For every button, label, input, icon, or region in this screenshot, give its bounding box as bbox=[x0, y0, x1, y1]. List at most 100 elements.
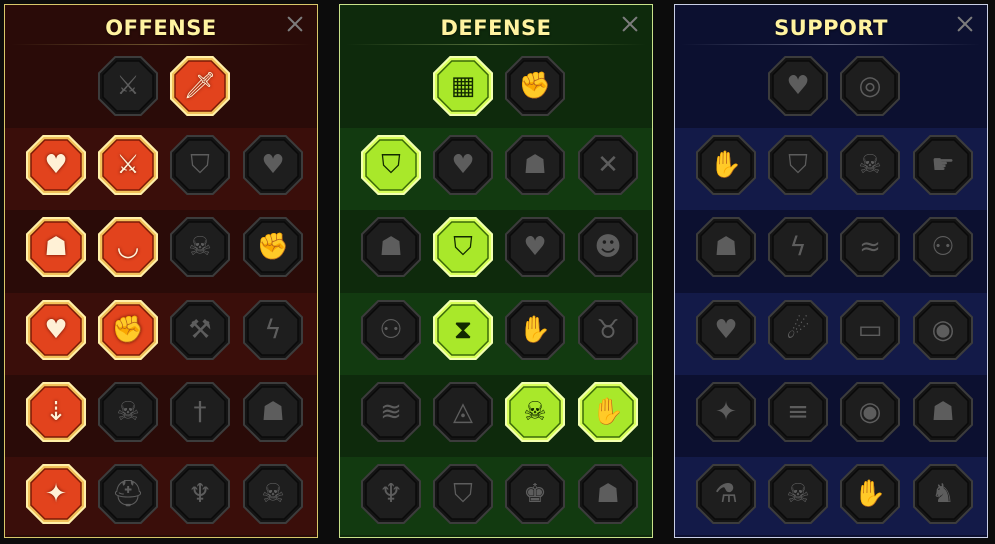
node-frame bbox=[243, 464, 303, 524]
talent-node-battle-axe[interactable]: ⚒ bbox=[169, 299, 231, 361]
talent-node-open-hand[interactable]: ✋ bbox=[504, 299, 566, 361]
talent-node-smoking-skull[interactable]: ☠ bbox=[839, 134, 901, 196]
talent-node-spiral-hand[interactable]: ◎ bbox=[839, 55, 901, 117]
talent-node-crossed-blades[interactable]: ✕ bbox=[577, 134, 639, 196]
node-frame bbox=[505, 300, 565, 360]
talent-node-compass-star[interactable]: ✦ bbox=[695, 381, 757, 443]
talent-node-heart-organ[interactable]: ♥ bbox=[432, 134, 494, 196]
talent-node-sun-skull[interactable]: ☠ bbox=[504, 381, 566, 443]
talent-node-fanged-maw[interactable]: ◡ bbox=[97, 216, 159, 278]
talent-node-open-book[interactable]: ▭ bbox=[839, 299, 901, 361]
node-frame bbox=[840, 56, 900, 116]
talent-node-hand-shield[interactable]: ✋ bbox=[577, 381, 639, 443]
talent-node-shield-knight[interactable]: ⛉ bbox=[432, 216, 494, 278]
node-frame bbox=[433, 135, 493, 195]
talent-node-horned-demon-heart[interactable]: ♥ bbox=[25, 134, 87, 196]
close-icon[interactable] bbox=[955, 14, 975, 34]
talent-node-spartan-skull[interactable]: ☠ bbox=[242, 463, 304, 525]
node-frame bbox=[768, 464, 828, 524]
defense-panel: DEFENSE ▦ ✊ ⛉ ♥ ☗ ✕ ☗ ⛉ ♥ ☻ ⚇ ⧗ ✋ ♉ ≋ ◬ ☠ ✋ ♆ ⛉ ♚ ☗ bbox=[339, 4, 653, 538]
talent-node-grasping-hands[interactable]: ✋ bbox=[839, 463, 901, 525]
node-frame bbox=[505, 135, 565, 195]
talent-node-kicking-fighter[interactable]: ☗ bbox=[912, 381, 974, 443]
talent-node-pierced-heart[interactable]: ♥ bbox=[25, 299, 87, 361]
talent-node-raised-fist[interactable]: ✊ bbox=[504, 55, 566, 117]
node-frame bbox=[26, 464, 86, 524]
talent-node-blessed-figure[interactable]: ☗ bbox=[695, 216, 757, 278]
talent-node-arrows-in-pot[interactable]: ⇣ bbox=[25, 381, 87, 443]
talent-node-praying-hands[interactable]: ✋ bbox=[695, 134, 757, 196]
talent-node-twin-skulls[interactable]: ☠ bbox=[97, 381, 159, 443]
support-panel: SUPPORT ♥ ◎ ✋ ⛉ ☠ ☛ ☗ ϟ ≈ ⚇ ♥ ☄ ▭ ◉ ✦ ≡ ◉ ☗ ⚗ ☠ ✋ ♞ bbox=[674, 4, 988, 538]
talent-node-bearded-king[interactable]: ♚ bbox=[504, 463, 566, 525]
talent-node-demon-lord[interactable]: ♆ bbox=[169, 463, 231, 525]
node-frame bbox=[361, 135, 421, 195]
talent-node-charged-warrior[interactable]: ☗ bbox=[242, 381, 304, 443]
node-frame bbox=[98, 382, 158, 442]
talent-node-fist-hammer[interactable]: ✊ bbox=[97, 299, 159, 361]
talent-node-heart-shield[interactable]: ♥ bbox=[504, 216, 566, 278]
talent-node-skull-slash[interactable]: ☠ bbox=[169, 216, 231, 278]
defense-title: DEFENSE bbox=[440, 16, 552, 40]
node-frame bbox=[913, 464, 973, 524]
node-frame bbox=[578, 382, 638, 442]
talent-node-potion-flask[interactable]: ⚗ bbox=[695, 463, 757, 525]
talent-node-twin-figures[interactable]: ⚇ bbox=[912, 216, 974, 278]
talent-node-winged-skull[interactable]: ☠ bbox=[767, 463, 829, 525]
talent-node-radiant-hourglass[interactable]: ⧗ bbox=[432, 299, 494, 361]
talent-node-armor-plates[interactable]: ▦ bbox=[432, 55, 494, 117]
support-panel-header: SUPPORT bbox=[675, 5, 987, 49]
talent-node-bound-prisoner[interactable]: ☗ bbox=[25, 216, 87, 278]
talent-node-all-seeing-eye[interactable]: ◉ bbox=[839, 381, 901, 443]
talent-node-blade-swipe[interactable]: ⚔ bbox=[97, 134, 159, 196]
talent-node-shield-arrow[interactable]: ⛉ bbox=[169, 134, 231, 196]
talent-node-crossed-swords[interactable]: ⚔ bbox=[97, 55, 159, 117]
talent-node-speed-runner[interactable]: ≋ bbox=[360, 381, 422, 443]
node-frame bbox=[361, 382, 421, 442]
talent-node-cracked-heart[interactable]: ♥ bbox=[242, 134, 304, 196]
talent-node-layered-shield[interactable]: ⛉ bbox=[360, 134, 422, 196]
node-frame bbox=[243, 382, 303, 442]
close-icon[interactable] bbox=[285, 14, 305, 34]
talent-node-chained-heart[interactable]: ♥ bbox=[695, 299, 757, 361]
node-frame bbox=[578, 217, 638, 277]
node-frame bbox=[578, 135, 638, 195]
talent-node-bull-head[interactable]: ♉ bbox=[577, 299, 639, 361]
talent-node-eagle-head[interactable]: ♞ bbox=[912, 463, 974, 525]
talent-node-hooded-head[interactable]: ☻ bbox=[577, 216, 639, 278]
node-frame bbox=[361, 464, 421, 524]
talent-node-dagger-circle[interactable]: † bbox=[169, 381, 231, 443]
talent-node-slashing-blade[interactable]: 🗡 bbox=[169, 55, 231, 117]
talent-node-healing-heart[interactable]: ♥ bbox=[767, 55, 829, 117]
node-frame bbox=[170, 217, 230, 277]
close-icon[interactable] bbox=[620, 14, 640, 34]
talent-node-shattered-ground[interactable]: ≈ bbox=[839, 216, 901, 278]
talent-node-muscled-torso[interactable]: ☗ bbox=[504, 134, 566, 196]
node-frame bbox=[170, 300, 230, 360]
node-frame bbox=[361, 300, 421, 360]
talent-node-sparkling-sword[interactable]: ✦ bbox=[25, 463, 87, 525]
talent-node-comet-fire[interactable]: ☄ bbox=[767, 299, 829, 361]
node-frame bbox=[505, 56, 565, 116]
talent-node-aura-shield[interactable]: ⛉ bbox=[767, 134, 829, 196]
talent-node-fierce-eyes[interactable]: ◉ bbox=[912, 299, 974, 361]
node-frame bbox=[26, 217, 86, 277]
talent-node-pointing-hand[interactable]: ☛ bbox=[912, 134, 974, 196]
talent-node-winged-boot[interactable]: ≡ bbox=[767, 381, 829, 443]
node-frame bbox=[578, 464, 638, 524]
talent-node-flexing-brute[interactable]: ☗ bbox=[577, 463, 639, 525]
node-frame bbox=[696, 382, 756, 442]
talent-node-crowd[interactable]: ⚇ bbox=[360, 299, 422, 361]
talent-node-lightning-shield[interactable]: ϟ bbox=[767, 216, 829, 278]
talent-node-knight-helm[interactable]: ⛑ bbox=[97, 463, 159, 525]
talent-node-guarding-figure[interactable]: ☗ bbox=[360, 216, 422, 278]
node-frame bbox=[243, 135, 303, 195]
talent-node-water-drops[interactable]: ◬ bbox=[432, 381, 494, 443]
talent-node-gripping-fist[interactable]: ✊ bbox=[242, 216, 304, 278]
node-frame bbox=[505, 464, 565, 524]
talent-node-winged-shield[interactable]: ⛉ bbox=[432, 463, 494, 525]
talent-node-phoenix-guardian[interactable]: ♆ bbox=[360, 463, 422, 525]
node-frame bbox=[696, 464, 756, 524]
talent-node-lightning-chain[interactable]: ϟ bbox=[242, 299, 304, 361]
node-frame bbox=[26, 135, 86, 195]
